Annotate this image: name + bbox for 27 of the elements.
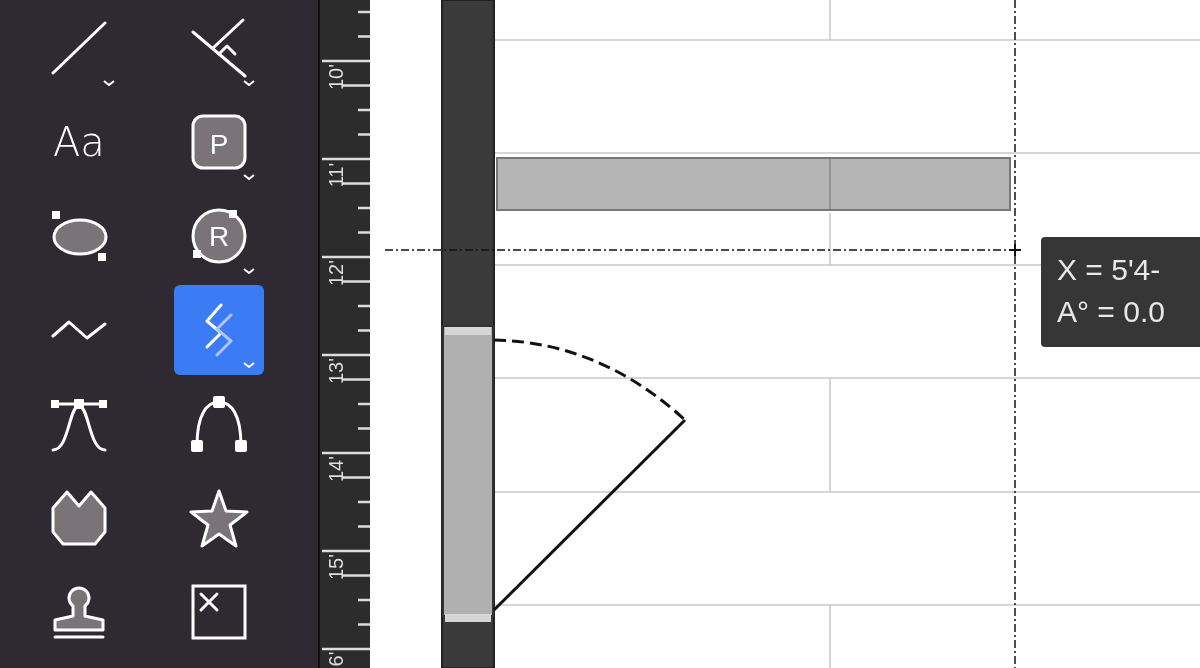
ruler-label: 14' — [325, 455, 347, 483]
tool-button[interactable]: R — [174, 191, 264, 281]
polygon-icon — [51, 490, 107, 546]
tool-button[interactable]: P — [174, 97, 264, 187]
ruler-label: 10' — [325, 63, 347, 91]
ruler-label: 6' — [325, 651, 347, 667]
ruler-label: 15' — [325, 553, 347, 581]
line-icon — [51, 21, 107, 75]
bezier-icon — [49, 396, 109, 452]
polyline-icon — [51, 320, 107, 340]
ruler-label: 11' — [325, 162, 347, 188]
tool-button[interactable]: Aa — [34, 97, 124, 187]
placeholder-icon — [191, 584, 247, 640]
ruler-label: 13' — [325, 357, 347, 385]
crosshair-icon — [1008, 243, 1022, 257]
arc-icon — [189, 394, 249, 454]
badge-icon: P — [191, 114, 247, 170]
tooltip-text: A° = 0.0 — [1057, 294, 1166, 330]
wall-icon — [205, 303, 233, 357]
ellipse-icon — [50, 209, 108, 263]
tooltip-text: X = 5'4- — [1057, 252, 1162, 288]
circle-icon: R — [191, 208, 247, 264]
stamp-icon — [53, 585, 105, 639]
star-icon — [189, 488, 249, 548]
ruler-label: 12' — [325, 259, 347, 287]
perpendicular-icon — [191, 18, 247, 78]
text-icon: Aa — [51, 117, 107, 167]
